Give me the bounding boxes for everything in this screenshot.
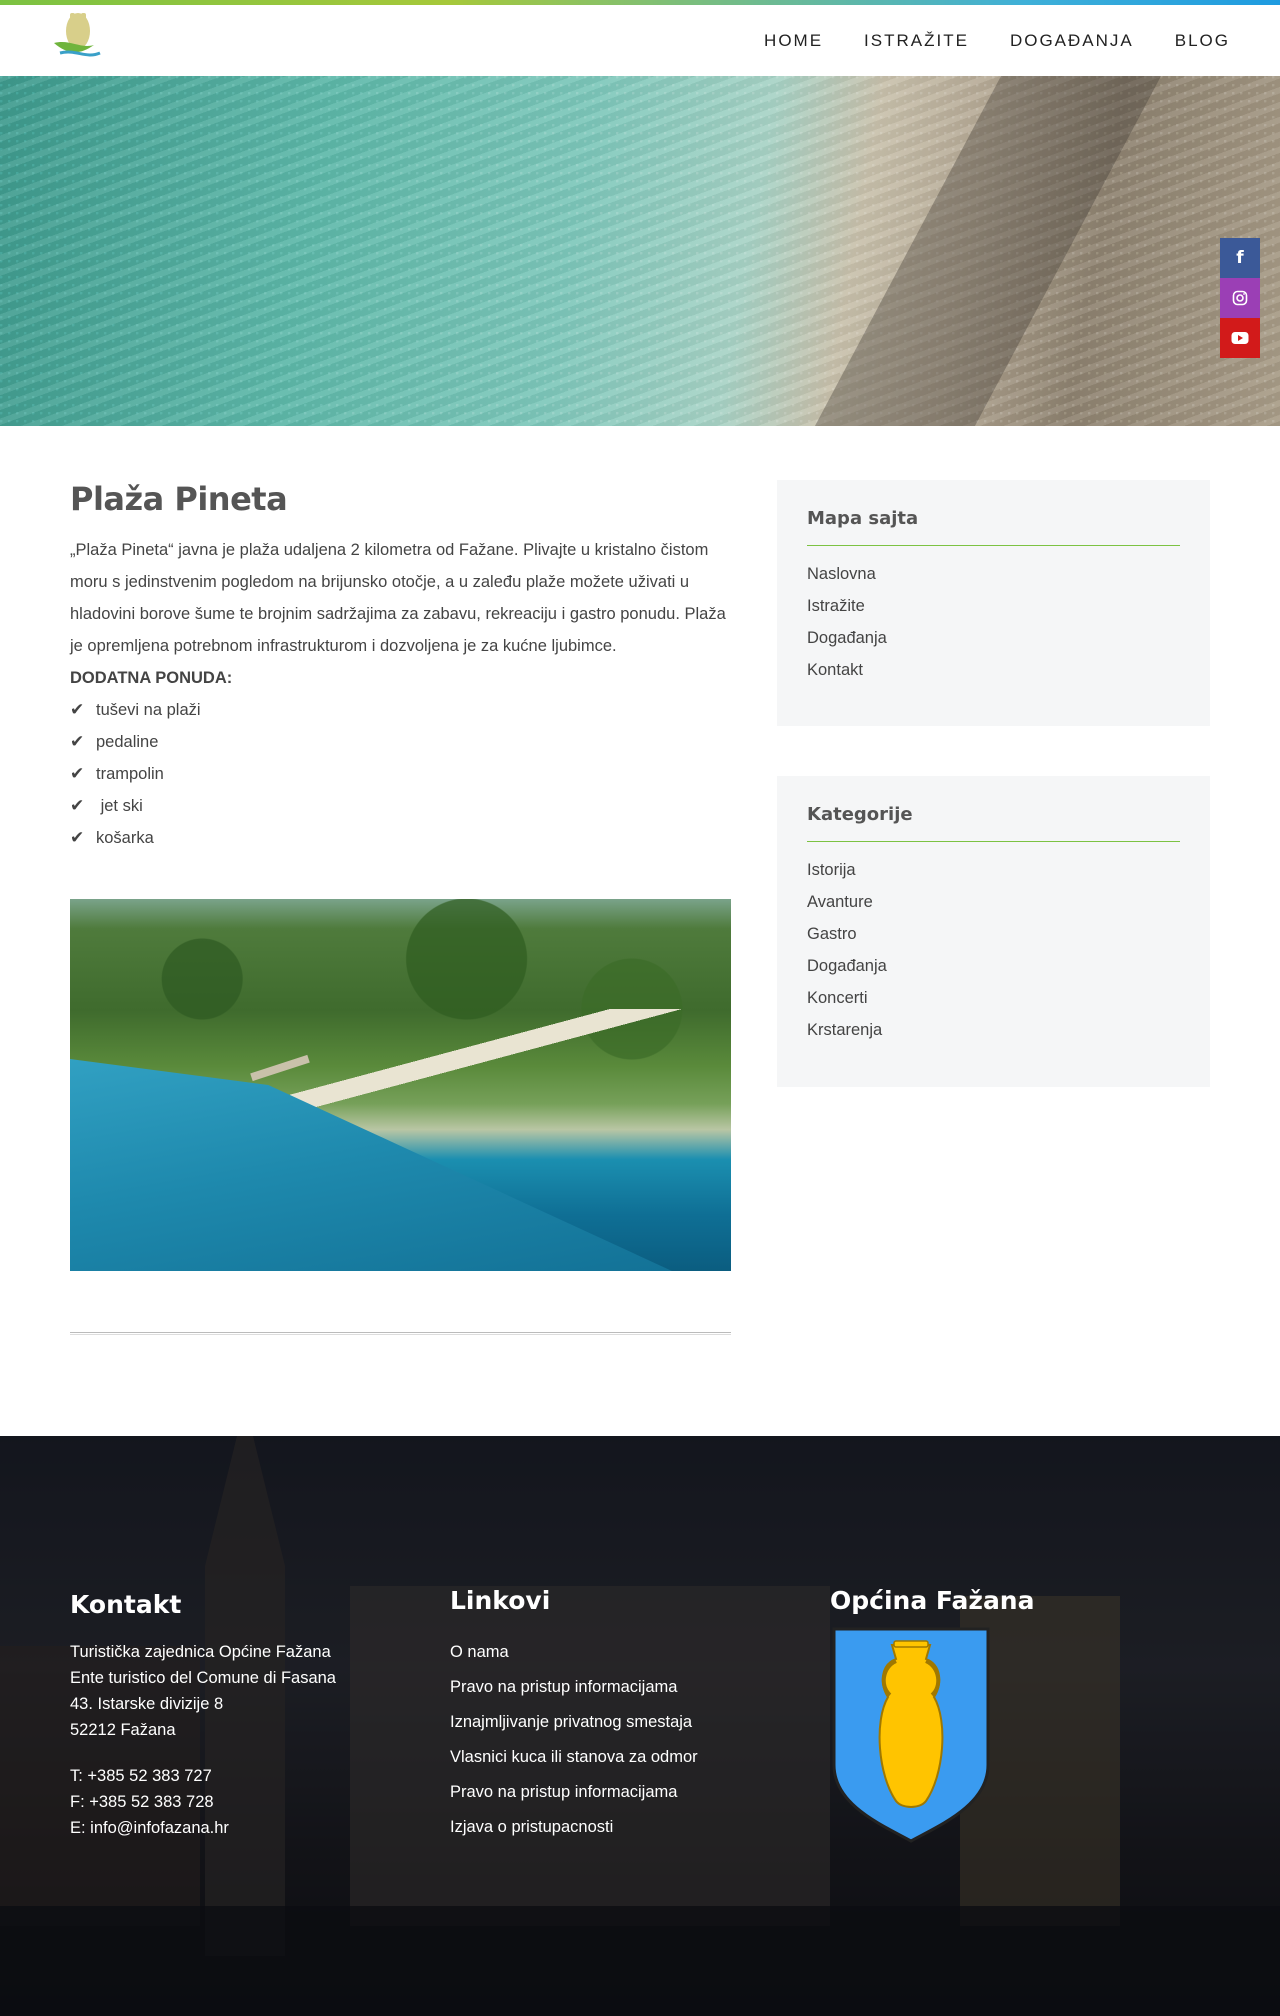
coat-of-arms-amphora-icon (830, 1625, 992, 1845)
footer-email[interactable]: E: info@infofazana.hr (70, 1815, 390, 1841)
category-link-avanture[interactable]: Avanture (807, 886, 1180, 918)
category-link-istorija[interactable]: Istorija (807, 854, 1180, 886)
sitemap-widget: Mapa sajta Naslovna Istražite Događanja … (777, 480, 1210, 726)
footer-contact-title: Kontakt (70, 1590, 182, 1619)
beach-aerial-photo (70, 899, 731, 1271)
footer-contact-details: T: +385 52 383 727 F: +385 52 383 728 E:… (70, 1763, 390, 1841)
site-header: HOME ISTRAŽITE DOGAĐANJA BLOG (0, 5, 1280, 76)
sitemap-link-istrazite[interactable]: Istražite (807, 590, 1180, 622)
categories-title: Kategorije (807, 804, 1180, 842)
check-icon: ✔ (70, 796, 85, 816)
article-intro: „Plaža Pineta“ javna je plaža udaljena 2… (70, 541, 726, 655)
list-item: ✔ tuševi na plaži (70, 694, 731, 726)
footer-links: Linkovi O nama Pravo na pristup informac… (450, 1586, 780, 1845)
footer-link-o-nama[interactable]: O nama (450, 1635, 780, 1670)
facebook-icon[interactable]: f (1220, 238, 1260, 278)
footer-phone[interactable]: T: +385 52 383 727 (70, 1763, 390, 1789)
youtube-icon[interactable] (1220, 318, 1260, 358)
list-item: ✔ pedaline (70, 726, 731, 758)
footer-link-iznajmljivanje[interactable]: Iznajmljivanje privatnog smestaja (450, 1705, 780, 1740)
footer-address: Turistička zajednica Općine Fažana Ente … (70, 1643, 336, 1739)
nav-dogadanja[interactable]: DOGAĐANJA (1010, 31, 1134, 51)
extras-heading: DODATNA PONUDA: (70, 669, 233, 687)
article: Plaža Pineta „Plaža Pineta“ javna je pla… (70, 480, 731, 854)
sitemap-link-kontakt[interactable]: Kontakt (807, 654, 1180, 686)
footer-link-vlasnici[interactable]: Vlasnici kuca ili stanova za odmor (450, 1740, 780, 1775)
list-item: ✔ košarka (70, 822, 731, 854)
sitemap-link-dogadanja[interactable]: Događanja (807, 622, 1180, 654)
category-link-koncerti[interactable]: Koncerti (807, 982, 1180, 1014)
check-icon: ✔ (70, 764, 85, 784)
footer-fax: F: +385 52 383 728 (70, 1793, 214, 1811)
sitemap-link-naslovna[interactable]: Naslovna (807, 558, 1180, 590)
categories-widget: Kategorije Istorija Avanture Gastro Doga… (777, 776, 1210, 1087)
footer-municipality: Općina Fažana (830, 1586, 1130, 1845)
content-divider (70, 1332, 731, 1335)
instagram-icon[interactable] (1220, 278, 1260, 318)
check-icon: ✔ (70, 732, 85, 752)
main-nav: HOME ISTRAŽITE DOGAĐANJA BLOG (723, 5, 1230, 76)
nav-blog[interactable]: BLOG (1175, 31, 1230, 51)
footer-link-izjava[interactable]: Izjava o pristupacnosti (450, 1810, 780, 1845)
check-icon: ✔ (70, 828, 85, 848)
footer-links-title: Linkovi (450, 1586, 551, 1615)
footer-link-pravo-na-pristup-2[interactable]: Pravo na pristup informacijama (450, 1775, 780, 1810)
sitemap-title: Mapa sajta (807, 508, 1180, 546)
page-title: Plaža Pineta (70, 480, 288, 518)
social-bar: f (1220, 238, 1260, 358)
list-item: ✔ jet ski (70, 790, 731, 822)
nav-istrazite[interactable]: ISTRAŽITE (864, 31, 969, 51)
extras-list: ✔ tuševi na plaži ✔ pedaline ✔ trampolin ✔ … (70, 694, 731, 854)
category-link-dogadanja[interactable]: Događanja (807, 950, 1180, 982)
footer-contact: Kontakt Turistička zajednica Općine Faža… (70, 1590, 390, 1841)
footer-municipality-title: Općina Fažana (830, 1586, 1035, 1615)
hero-beach-image (0, 76, 1280, 426)
category-link-krstarenja[interactable]: Krstarenja (807, 1014, 1180, 1046)
list-item: ✔ trampolin (70, 758, 731, 790)
check-icon: ✔ (70, 700, 85, 720)
category-link-gastro[interactable]: Gastro (807, 918, 1180, 950)
footer-link-pravo-na-pristup[interactable]: Pravo na pristup informacijama (450, 1670, 780, 1705)
nav-home[interactable]: HOME (764, 31, 823, 51)
fazana-logo[interactable] (50, 9, 150, 73)
